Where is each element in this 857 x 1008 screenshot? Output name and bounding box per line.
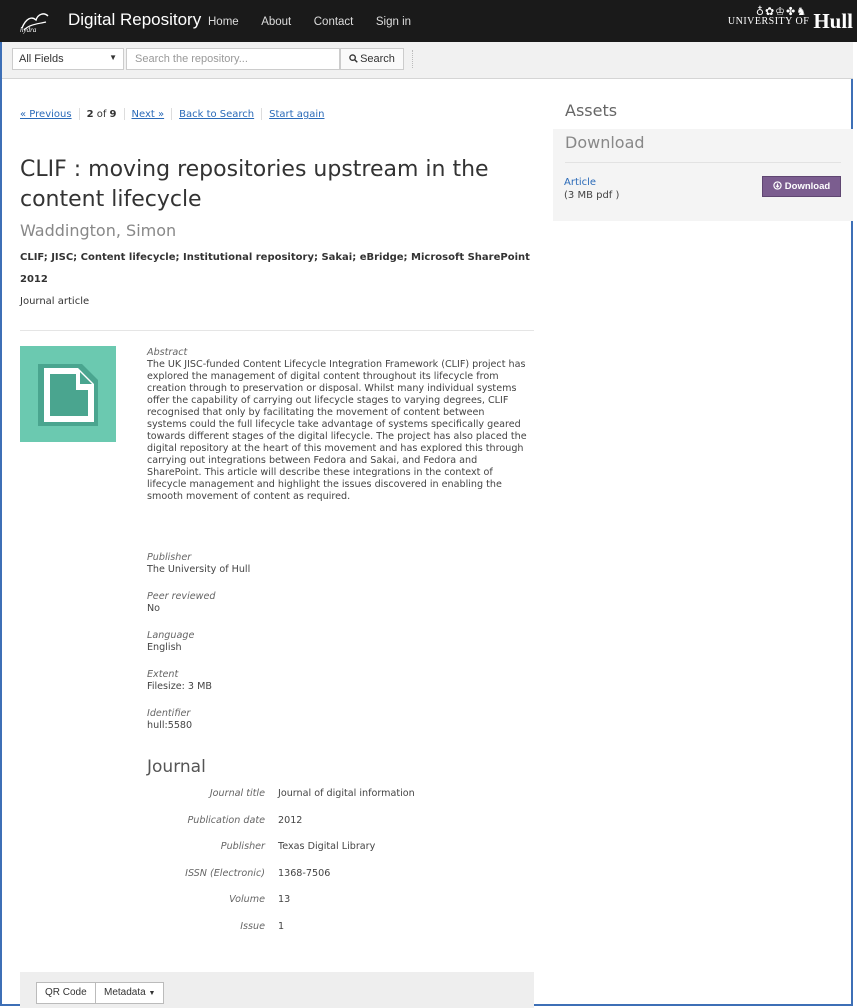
divider xyxy=(412,50,414,68)
document-thumbnail[interactable] xyxy=(20,346,116,442)
result-pager: « Previous 2 of 9 Next » Back to Search Star… xyxy=(20,108,324,120)
download-button[interactable]: Download xyxy=(762,176,841,197)
journal-row: Journal title Journal of digital informa… xyxy=(147,788,527,802)
field-value: English xyxy=(147,642,182,653)
divider xyxy=(123,108,125,120)
divider xyxy=(565,162,841,163)
current-index: 2 xyxy=(86,109,94,120)
field-label: Identifier xyxy=(147,708,191,719)
nav-sign-in[interactable]: Sign in xyxy=(376,16,411,28)
journal-value: 1 xyxy=(278,921,285,932)
search-button-label: Search xyxy=(360,53,395,65)
journal-value: Texas Digital Library xyxy=(278,841,376,852)
field-peer-reviewed: Peer reviewed No xyxy=(147,591,527,615)
nav-about[interactable]: About xyxy=(261,16,291,28)
field-value: hull:5580 xyxy=(147,720,193,731)
journal-value: 1368-7506 xyxy=(278,868,331,879)
journal-value: 2012 xyxy=(278,815,303,826)
field-publisher: Publisher The University of Hull xyxy=(147,552,527,576)
total-count: 9 xyxy=(109,109,117,120)
divider xyxy=(78,108,80,120)
top-navbar: hydra Digital Repository Home About Cont… xyxy=(0,0,857,42)
record-type: Journal article xyxy=(20,296,90,307)
journal-row: ISSN (Electronic) 1368-7506 xyxy=(147,868,527,882)
field-label: Extent xyxy=(147,669,179,680)
search-icon xyxy=(349,54,358,63)
journal-row: Issue 1 xyxy=(147,921,527,935)
field-value: The University of Hull xyxy=(147,564,251,575)
download-button-label: Download xyxy=(784,181,831,192)
field-value: No xyxy=(147,603,161,614)
previous-link[interactable]: « Previous xyxy=(20,109,72,120)
divider xyxy=(20,330,534,331)
start-again-link[interactable]: Start again xyxy=(269,109,324,120)
search-field-value: All Fields xyxy=(19,53,64,65)
field-identifier: Identifier hull:5580 xyxy=(147,708,527,732)
assets-heading: Assets xyxy=(565,101,618,120)
field-language: Language English xyxy=(147,630,527,654)
journal-label: Publisher xyxy=(220,841,265,852)
subject-year: 2012 xyxy=(20,274,48,285)
download-heading: Download xyxy=(565,133,645,152)
back-to-search-link[interactable]: Back to Search xyxy=(179,109,254,120)
search-input[interactable]: Search the repository... xyxy=(126,48,340,70)
abstract-text: The UK JISC-funded Content Lifecycle Int… xyxy=(147,359,527,502)
nav-links: Home About Contact Sign in xyxy=(208,15,430,28)
file-icon xyxy=(38,364,98,426)
journal-label: Journal title xyxy=(209,788,265,799)
metadata-dropdown-button[interactable]: Metadata ▼ xyxy=(95,982,165,1004)
subject-list: CLIF; JISC; Content lifecycle; Instituti… xyxy=(20,252,530,263)
search-field-select[interactable]: All Fields ▼ xyxy=(12,48,124,70)
brand-title[interactable]: Digital Repository xyxy=(68,10,201,30)
field-label: Peer reviewed xyxy=(147,591,216,602)
qr-code-button[interactable]: QR Code xyxy=(36,982,96,1004)
field-label: Publisher xyxy=(147,552,192,563)
journal-label: ISSN (Electronic) xyxy=(185,868,265,879)
svg-text:hydra: hydra xyxy=(20,26,37,34)
nav-contact[interactable]: Contact xyxy=(314,16,354,28)
caret-down-icon: ▼ xyxy=(148,990,156,997)
of-label: of xyxy=(96,109,107,120)
field-label: Language xyxy=(147,630,195,641)
field-value: Filesize: 3 MB xyxy=(147,681,212,692)
search-bar: All Fields ▼ Search the repository... Se… xyxy=(2,42,853,79)
nav-home[interactable]: Home xyxy=(208,16,239,28)
article-link[interactable]: Article xyxy=(564,177,596,188)
journal-heading: Journal xyxy=(147,757,206,777)
divider xyxy=(261,108,263,120)
journal-row: Publication date 2012 xyxy=(147,815,527,829)
next-link[interactable]: Next » xyxy=(132,109,165,120)
record-title: CLIF : moving repositories upstream in t… xyxy=(20,157,489,212)
download-panel: Download Article (3 MB pdf ) Download xyxy=(553,129,853,221)
record-toolbar: QR Code Metadata ▼ xyxy=(20,972,534,1008)
divider xyxy=(171,108,173,120)
journal-value: 13 xyxy=(278,894,291,905)
journal-label: Issue xyxy=(240,921,265,932)
metadata-button-label: Metadata xyxy=(104,987,146,998)
abstract-label: Abstract xyxy=(147,347,188,358)
article-size: (3 MB pdf ) xyxy=(564,190,620,201)
journal-row: Volume 13 xyxy=(147,894,527,908)
search-button[interactable]: Search xyxy=(340,48,404,70)
university-big-text: Hull xyxy=(813,9,853,33)
abstract-block: Abstract The UK JISC-funded Content Life… xyxy=(147,347,527,503)
journal-label: Volume xyxy=(229,894,265,905)
record-subjects: CLIF; JISC; Content lifecycle; Instituti… xyxy=(20,247,530,291)
record-author: Waddington, Simon xyxy=(20,221,177,240)
caret-down-icon: ▼ xyxy=(109,53,117,62)
field-extent: Extent Filesize: 3 MB xyxy=(147,669,527,693)
university-logo[interactable]: ♁✿♔✤♞ UNIVERSITY OF Hull xyxy=(728,6,853,34)
journal-row: Publisher Texas Digital Library xyxy=(147,841,527,855)
hydra-logo[interactable]: hydra xyxy=(18,8,52,34)
journal-value: Journal of digital information xyxy=(278,788,415,799)
crest-icon: ♁✿♔✤♞ xyxy=(755,6,808,18)
download-circle-icon xyxy=(773,181,782,190)
journal-label: Publication date xyxy=(187,815,266,826)
